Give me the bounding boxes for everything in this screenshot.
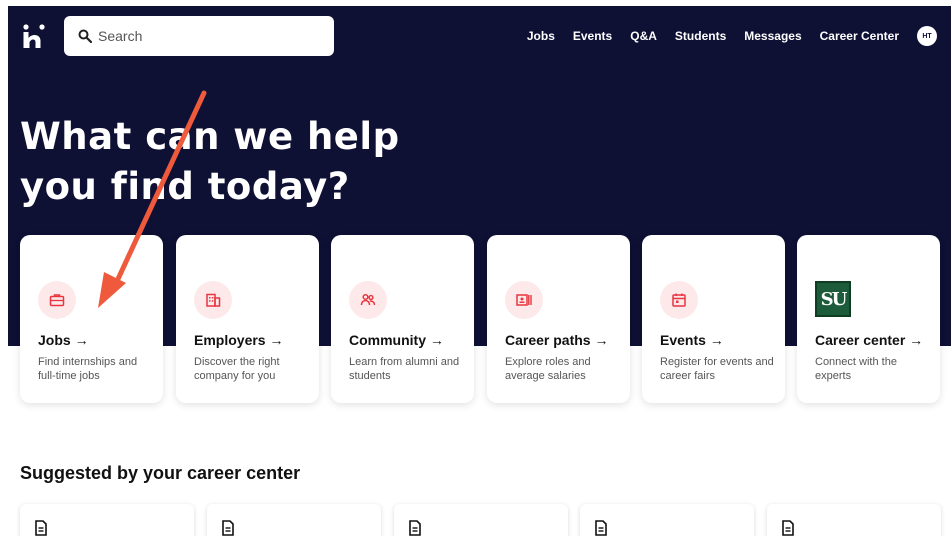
- section-title-suggested: Suggested by your career center: [20, 463, 301, 483]
- card-title: Career paths →: [505, 332, 609, 348]
- card-icon-badge: [194, 281, 232, 319]
- building-icon: [206, 293, 221, 307]
- page: Jobs Events Q&A Students Messages Career…: [0, 0, 951, 536]
- search-icon: [78, 29, 92, 43]
- suggested-card[interactable]: [20, 504, 194, 536]
- briefcase-icon: [49, 294, 65, 307]
- card-icon-badge: [349, 281, 387, 319]
- document-icon: [35, 520, 47, 536]
- card-title: Jobs →: [38, 332, 89, 348]
- card-description: Find internships and full-time jobs: [38, 356, 138, 382]
- card-description: Connect with the experts: [815, 356, 897, 382]
- id-card-icon: [516, 294, 532, 306]
- card-community[interactable]: Community → Learn from alumni and studen…: [331, 235, 474, 403]
- suggested-card[interactable]: [207, 504, 381, 536]
- card-description: Learn from alumni and students: [349, 356, 460, 382]
- avatar[interactable]: HT: [917, 26, 937, 46]
- suggested-card[interactable]: [580, 504, 754, 536]
- suggested-card[interactable]: [394, 504, 568, 536]
- handshake-logo-icon[interactable]: [22, 24, 46, 48]
- card-title: Career center →: [815, 332, 924, 348]
- top-nav: Jobs Events Q&A Students Messages Career…: [509, 26, 937, 46]
- card-title: Community →: [349, 332, 444, 348]
- card-icon-badge: [38, 281, 76, 319]
- card-icon-badge: [505, 281, 543, 319]
- page-title: What can we help you find today?: [20, 112, 400, 212]
- document-icon: [409, 520, 421, 536]
- document-icon: [782, 520, 794, 536]
- card-description: Explore roles and average salaries: [505, 356, 591, 382]
- search-box[interactable]: [64, 16, 334, 56]
- page-title-line-1: What can we help: [20, 115, 400, 158]
- card-employers[interactable]: Employers → Discover the right company f…: [176, 235, 319, 403]
- nav-events[interactable]: Events: [573, 29, 612, 43]
- people-icon: [360, 293, 376, 306]
- document-icon: [222, 520, 234, 536]
- calendar-icon: [672, 293, 686, 307]
- nav-career-center[interactable]: Career Center: [820, 29, 899, 43]
- nav-messages[interactable]: Messages: [744, 29, 801, 43]
- card-icon-badge: [660, 281, 698, 319]
- su-logo: SU: [815, 281, 851, 317]
- card-events[interactable]: Events → Register for events and career …: [642, 235, 785, 403]
- card-career-paths[interactable]: Career paths → Explore roles and average…: [487, 235, 630, 403]
- category-cards: Jobs → Find internships and full-time jo…: [20, 235, 941, 403]
- card-description: Discover the right company for you: [194, 356, 280, 382]
- page-title-line-2: you find today?: [20, 165, 350, 208]
- card-jobs[interactable]: Jobs → Find internships and full-time jo…: [20, 235, 163, 403]
- suggested-card[interactable]: [767, 504, 941, 536]
- nav-jobs[interactable]: Jobs: [527, 29, 555, 43]
- card-title: Events →: [660, 332, 724, 348]
- card-description: Register for events and career fairs: [660, 356, 774, 382]
- search-input[interactable]: [98, 28, 318, 44]
- nav-qa[interactable]: Q&A: [630, 29, 657, 43]
- card-title: Employers →: [194, 332, 284, 348]
- card-career-center[interactable]: SU Career center → Connect with the expe…: [797, 235, 940, 403]
- nav-students[interactable]: Students: [675, 29, 726, 43]
- document-icon: [595, 520, 607, 536]
